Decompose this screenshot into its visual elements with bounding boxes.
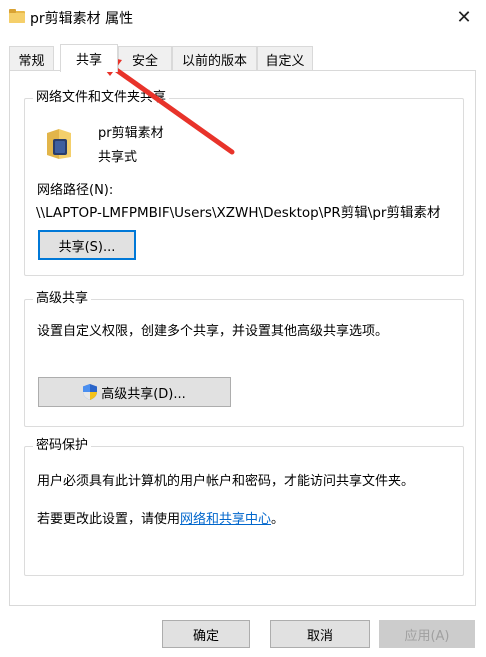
title-bar: pr剪辑素材 属性 ✕ [0,0,486,36]
network-sharing-center-link[interactable]: 网络和共享中心 [180,512,271,527]
window-title: pr剪辑素材 属性 [30,11,134,27]
share-button[interactable]: 共享(S)... [38,230,136,260]
uac-shield-icon [83,384,98,400]
close-button[interactable]: ✕ [450,4,478,30]
shared-folder-icon [47,129,71,159]
tab-previous-versions[interactable]: 以前的版本 [172,46,257,71]
change-setting-prefix: 若要更改此设置，请使用 [37,512,181,527]
password-protection-legend: 密码保护 [33,438,92,454]
folder-icon [9,9,25,23]
tab-strip: 常规 共享 安全 以前的版本 自定义 [9,44,486,72]
apply-button[interactable]: 应用(A) [379,620,475,648]
password-protection-change-line: 若要更改此设置，请使用网络和共享中心。 [37,508,284,527]
advanced-share-legend: 高级共享 [33,291,92,307]
change-setting-suffix: 。 [271,512,285,527]
network-path-field[interactable]: \\LAPTOP-LMFPMBIF\Users\XZWH\Desktop\PR剪… [36,201,446,221]
tab-general[interactable]: 常规 [9,46,54,71]
advanced-share-button-label: 高级共享(D)... [101,386,186,402]
network-path-label: 网络路径(N): [37,183,114,198]
password-protection-text: 用户必须具有此计算机的用户帐户和密码，才能访问共享文件夹。 [37,474,415,489]
folder-name: pr剪辑素材 [98,126,164,141]
network-path-value: \\LAPTOP-LMFPMBIF\Users\XZWH\Desktop\PR剪… [36,205,441,221]
ok-button[interactable]: 确定 [162,620,250,648]
network-share-legend: 网络文件和文件夹共享 [33,90,170,106]
advanced-share-group: 高级共享 [24,291,464,427]
tab-sharing[interactable]: 共享 [60,44,118,72]
share-status: 共享式 [98,150,138,165]
tab-customize[interactable]: 自定义 [257,46,313,71]
advanced-share-description: 设置自定义权限，创建多个共享，并设置其他高级共享选项。 [37,324,389,339]
advanced-share-button[interactable]: 高级共享(D)... [38,377,231,407]
tab-security[interactable]: 安全 [118,46,172,71]
cancel-button[interactable]: 取消 [270,620,370,648]
